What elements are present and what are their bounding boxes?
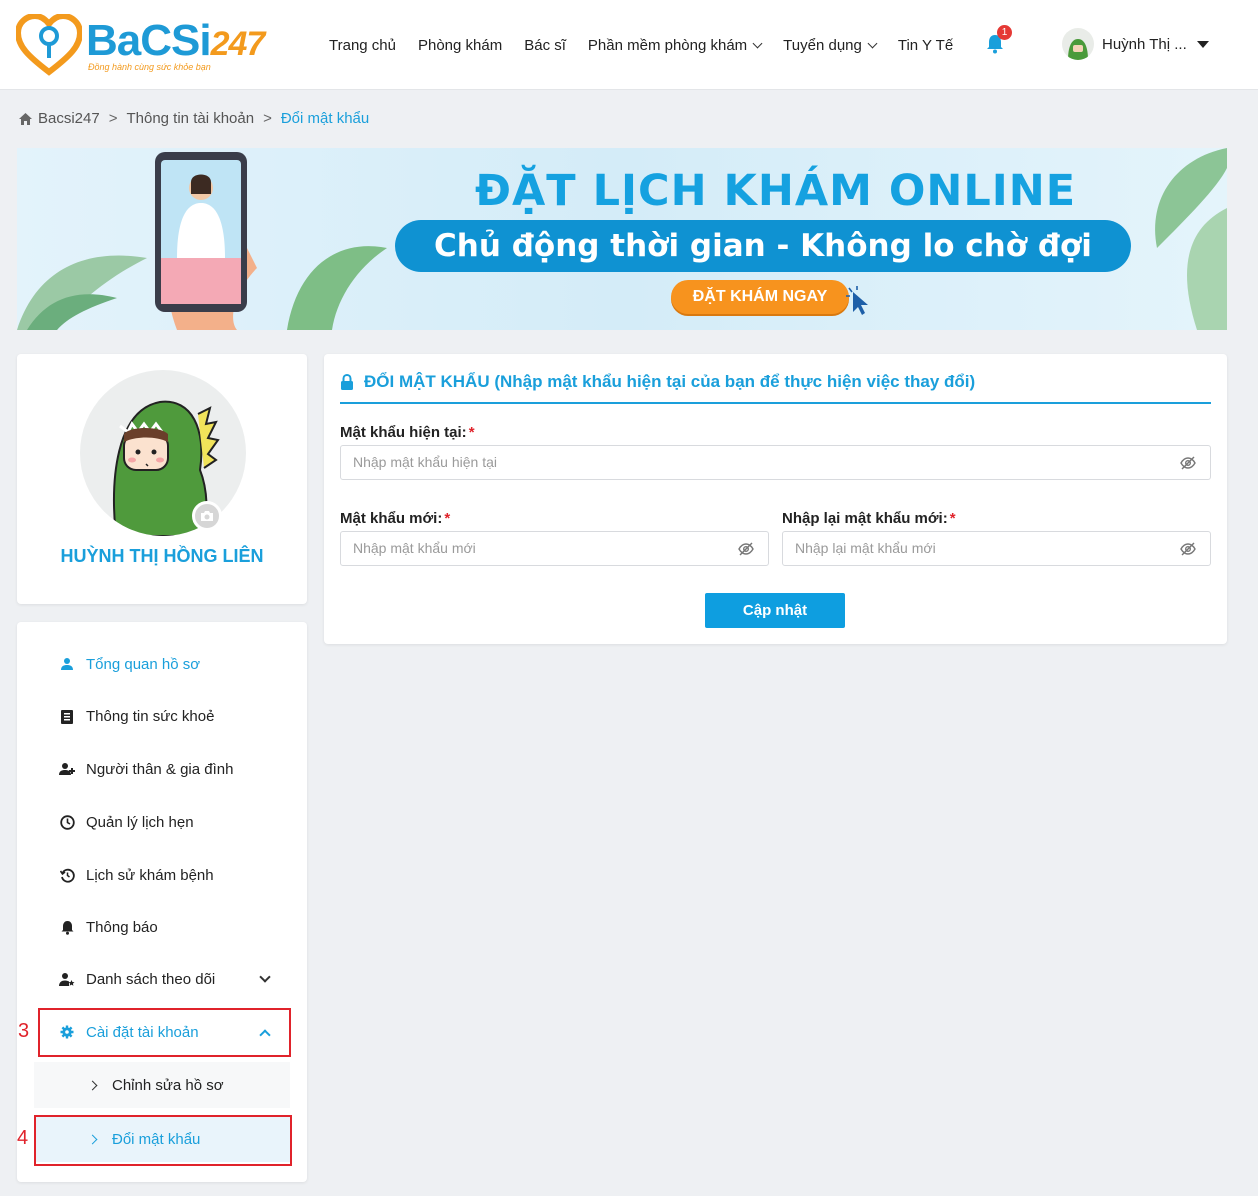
account-sidebar-menu: Tổng quan hồ sơ Thông tin sức khoẻ Người…: [17, 622, 307, 1182]
nav-item-clinics[interactable]: Phòng khám: [418, 37, 502, 54]
annotation-highlight-box-step3: [38, 1008, 291, 1057]
change-password-title-text: ĐỔI MẬT KHẨU (Nhập mật khẩu hiện tại của…: [364, 372, 976, 391]
breadcrumb-separator: >: [108, 110, 118, 127]
sidebar-item-notifications[interactable]: Thông báo: [17, 907, 307, 947]
bacsi247-logo[interactable]: BaCSi247 Đồng hành cùng sức khỏe bạn: [16, 14, 281, 76]
confirm-password-input[interactable]: Nhập lại mật khẩu mới: [782, 531, 1211, 566]
eye-slash-icon[interactable]: [738, 542, 754, 556]
sidebar-item-family[interactable]: Người thân & gia đình: [17, 749, 307, 789]
sidebar-item-label: Người thân & gia đình: [86, 760, 234, 778]
nav-item-clinic-software[interactable]: Phần mềm phòng khám: [588, 37, 763, 54]
breadcrumb-account-link[interactable]: Thông tin tài khoản: [126, 110, 254, 127]
nav-item-doctors[interactable]: Bác sĩ: [524, 37, 566, 54]
confirm-password-label: Nhập lại mật khẩu mới: *: [782, 510, 956, 527]
sidebar-item-label: Thông báo: [86, 918, 158, 936]
clock-icon: [59, 814, 75, 830]
sidebar-subitem-edit-profile[interactable]: Chỉnh sửa hồ sơ: [34, 1062, 290, 1108]
chevron-down-icon: [752, 38, 763, 48]
new-password-label: Mật khẩu mới: *: [340, 510, 451, 527]
chevron-down-icon: [867, 38, 878, 48]
sidebar-item-label: Quản lý lịch hẹn: [86, 813, 194, 831]
required-asterisk: *: [444, 510, 451, 527]
dino-avatar-icon: [1068, 39, 1088, 60]
breadcrumb: Bacsi247 > Thông tin tài khoản > Đổi mật…: [18, 110, 369, 127]
clipboard-icon: [59, 708, 75, 724]
banner-headline: ĐẶT LỊCH KHÁM ONLINE: [475, 166, 1077, 216]
heart-stethoscope-logo-icon: [16, 14, 82, 76]
current-password-input[interactable]: Nhập mật khẩu hiện tại: [340, 445, 1211, 480]
sidebar-item-label: Tổng quan hồ sơ: [86, 655, 201, 673]
new-password-placeholder: Nhập mật khẩu mới: [353, 540, 476, 556]
sidebar-item-label: Thông tin sức khoẻ: [86, 707, 215, 725]
user-plus-icon: [59, 761, 75, 777]
user-icon: [59, 656, 75, 672]
decorative-leaves-left: [17, 255, 147, 330]
nav-item-home[interactable]: Trang chủ: [329, 37, 396, 54]
breadcrumb-current: Đổi mật khẩu: [280, 110, 370, 127]
book-now-button[interactable]: ĐẶT KHÁM NGAY: [671, 280, 849, 314]
sidebar-item-label: Danh sách theo dõi: [86, 970, 216, 988]
chevron-down-icon[interactable]: [259, 971, 271, 983]
profile-card: HUỲNH THỊ HỒNG LIÊN: [17, 354, 307, 604]
chevron-right-icon: [87, 1080, 98, 1090]
current-password-placeholder: Nhập mật khẩu hiện tại: [353, 454, 497, 470]
sidebar-item-label: Lịch sử khám bệnh: [86, 866, 214, 884]
required-asterisk: *: [949, 510, 956, 527]
nav-item-recruitment[interactable]: Tuyển dụng: [783, 37, 878, 54]
bell-icon: [59, 919, 75, 935]
caret-down-icon: [1196, 40, 1209, 48]
booking-promo-banner[interactable]: ĐẶT LỊCH KHÁM ONLINE Chủ động thời gian …: [17, 148, 1227, 330]
sidebar-item-exam-history[interactable]: Lịch sử khám bệnh: [17, 855, 307, 895]
change-password-title: ĐỔI MẬT KHẨU (Nhập mật khẩu hiện tại của…: [340, 372, 1211, 404]
annotation-step-4: 4: [17, 1127, 29, 1149]
eye-slash-icon[interactable]: [1180, 542, 1196, 556]
eye-slash-icon[interactable]: [1180, 456, 1196, 470]
sidebar-item-profile-overview[interactable]: Tổng quan hồ sơ: [17, 644, 307, 684]
cursor-click-icon: [846, 286, 868, 315]
user-star-icon: [59, 971, 75, 987]
user-menu[interactable]: Huỳnh Thị ...: [1062, 28, 1209, 60]
annotation-step-3: 3: [18, 1020, 30, 1042]
nav-item-health-news[interactable]: Tin Y Tế: [898, 37, 953, 54]
breadcrumb-separator: >: [263, 110, 272, 127]
sidebar-item-watchlist[interactable]: Danh sách theo dõi: [17, 959, 307, 999]
change-password-card: ĐỔI MẬT KHẨU (Nhập mật khẩu hiện tại của…: [324, 354, 1227, 644]
sidebar-item-health-info[interactable]: Thông tin sức khoẻ: [17, 696, 307, 736]
required-asterisk: *: [468, 424, 475, 441]
banner-subheadline: Chủ động thời gian - Không lo chờ đợi: [434, 228, 1092, 264]
user-name: Huỳnh Thị ...: [1102, 35, 1187, 53]
site-header: BaCSi247 Đồng hành cùng sức khỏe bạn Tra…: [0, 0, 1258, 90]
history-icon: [59, 867, 75, 883]
sidebar-item-appointments[interactable]: Quản lý lịch hẹn: [17, 802, 307, 842]
user-avatar: [1062, 28, 1094, 60]
confirm-password-placeholder: Nhập lại mật khẩu mới: [795, 540, 936, 556]
annotation-highlight-box-step4: [34, 1115, 292, 1166]
logo-tagline: Đồng hành cùng sức khỏe bạn: [88, 62, 211, 72]
profile-full-name: HUỲNH THỊ HỒNG LIÊN: [60, 546, 264, 566]
update-button[interactable]: Cập nhật: [705, 593, 845, 628]
camera-icon[interactable]: [192, 501, 222, 531]
lock-icon: [341, 374, 353, 390]
phone-doctor-illustration: [155, 152, 387, 330]
breadcrumb-home-link[interactable]: Bacsi247: [38, 110, 100, 127]
main-nav: Trang chủ Phòng khám Bác sĩ Phần mềm phò…: [318, 0, 964, 90]
sidebar-subitem-label: Chỉnh sửa hồ sơ: [112, 1076, 224, 1094]
current-password-label: Mật khẩu hiện tại: *: [340, 424, 475, 441]
notification-count-badge: 1: [997, 25, 1012, 40]
home-icon: [19, 112, 32, 125]
new-password-input[interactable]: Nhập mật khẩu mới: [340, 531, 769, 566]
